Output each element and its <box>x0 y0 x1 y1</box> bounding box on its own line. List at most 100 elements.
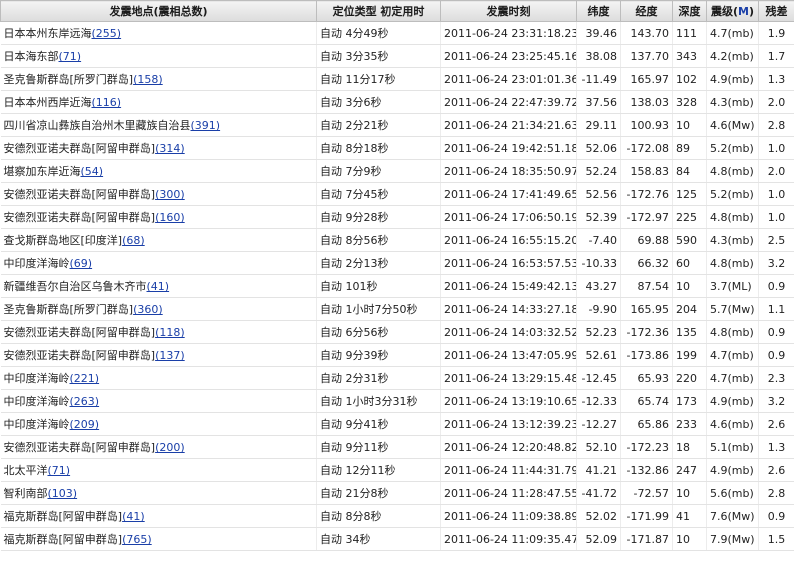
time-cell: 2011-06-24 22:47:39.720 <box>440 90 577 114</box>
mag-cell: 5.7(Mw) <box>706 297 759 321</box>
location-name: 中印度洋海岭 <box>3 418 70 431</box>
phase-count-link[interactable]: (41) <box>122 510 145 523</box>
table-row: 安德烈亚诺夫群岛[阿留申群岛](160) 自动 9分28秒 2011-06-24 1… <box>0 205 794 229</box>
residual-cell: 1.9 <box>758 21 794 45</box>
residual-cell: 2.5 <box>758 228 794 252</box>
location-cell: 日本海东部(71) <box>0 44 317 68</box>
location-name: 日本本州东岸远海 <box>3 27 92 40</box>
location-name: 堪察加东岸近海 <box>3 165 81 178</box>
phase-count-link[interactable]: (118) <box>155 326 185 339</box>
phase-count-link[interactable]: (300) <box>155 188 185 201</box>
phase-count-link[interactable]: (255) <box>92 27 122 40</box>
residual-cell: 1.7 <box>758 44 794 68</box>
method-cell: 自动 2分31秒 <box>316 366 441 390</box>
mag-cell: 4.7(mb) <box>706 21 759 45</box>
location-cell: 北太平洋(71) <box>0 458 317 482</box>
location-cell: 中印度洋海岭(263) <box>0 389 317 413</box>
phase-count-link[interactable]: (314) <box>155 142 185 155</box>
phase-count-link[interactable]: (71) <box>48 464 71 477</box>
phase-count-link[interactable]: (765) <box>122 533 152 546</box>
col-time: 发震时刻 <box>440 0 577 22</box>
residual-cell: 2.8 <box>758 113 794 137</box>
phase-count-link[interactable]: (68) <box>122 234 145 247</box>
phase-count-link[interactable]: (200) <box>155 441 185 454</box>
col-method: 定位类型 初定用时 <box>316 0 441 22</box>
method-cell: 自动 9分39秒 <box>316 343 441 367</box>
location-cell: 安德烈亚诺夫群岛[阿留申群岛](314) <box>0 136 317 160</box>
mag-cell: 5.1(mb) <box>706 435 759 459</box>
residual-cell: 0.9 <box>758 274 794 298</box>
method-cell: 自动 34秒 <box>316 527 441 551</box>
method-cell: 自动 7分9秒 <box>316 159 441 183</box>
phase-count-link[interactable]: (71) <box>59 50 82 63</box>
residual-cell: 1.1 <box>758 297 794 321</box>
lon-cell: -171.87 <box>620 527 673 551</box>
phase-count-link[interactable]: (221) <box>70 372 100 385</box>
mag-cell: 4.2(mb) <box>706 44 759 68</box>
depth-cell: 10 <box>672 113 707 137</box>
location-cell: 查戈斯群岛地区[印度洋](68) <box>0 228 317 252</box>
location-name: 圣克鲁斯群岛[所罗门群岛] <box>3 73 134 86</box>
location-name: 圣克鲁斯群岛[所罗门群岛] <box>3 303 134 316</box>
phase-count-link[interactable]: (158) <box>133 73 163 86</box>
mag-cell: 5.2(mb) <box>706 136 759 160</box>
lon-cell: -172.97 <box>620 205 673 229</box>
phase-count-link[interactable]: (41) <box>147 280 170 293</box>
depth-cell: 10 <box>672 274 707 298</box>
residual-cell: 2.6 <box>758 458 794 482</box>
location-cell: 福克斯群岛[阿留申群岛](41) <box>0 504 317 528</box>
phase-count-link[interactable]: (116) <box>92 96 122 109</box>
location-name: 安德烈亚诺夫群岛[阿留申群岛] <box>3 188 156 201</box>
depth-cell: 233 <box>672 412 707 436</box>
method-cell: 自动 8分8秒 <box>316 504 441 528</box>
time-cell: 2011-06-24 14:33:27.180 <box>440 297 577 321</box>
lon-cell: 65.74 <box>620 389 673 413</box>
method-cell: 自动 21分8秒 <box>316 481 441 505</box>
depth-cell: 84 <box>672 159 707 183</box>
depth-cell: 125 <box>672 182 707 206</box>
lat-cell: -12.45 <box>576 366 621 390</box>
phase-count-link[interactable]: (54) <box>81 165 104 178</box>
mag-cell: 4.3(mb) <box>706 228 759 252</box>
method-cell: 自动 11分17秒 <box>316 67 441 91</box>
lon-cell: 65.93 <box>620 366 673 390</box>
location-cell: 智利南部(103) <box>0 481 317 505</box>
phase-count-link[interactable]: (360) <box>133 303 163 316</box>
phase-count-link[interactable]: (160) <box>155 211 185 224</box>
earthquake-table: 发震地点(震相总数) 定位类型 初定用时 发震时刻 纬度 经度 深度 震级(M)… <box>0 0 794 551</box>
phase-count-link[interactable]: (69) <box>70 257 93 270</box>
phase-count-link[interactable]: (137) <box>155 349 185 362</box>
time-cell: 2011-06-24 14:03:32.520 <box>440 320 577 344</box>
method-cell: 自动 3分35秒 <box>316 44 441 68</box>
depth-cell: 10 <box>672 527 707 551</box>
time-cell: 2011-06-24 11:28:47.550 <box>440 481 577 505</box>
lat-cell: -12.33 <box>576 389 621 413</box>
mag-cell: 5.2(mb) <box>706 182 759 206</box>
phase-count-link[interactable]: (103) <box>48 487 78 500</box>
phase-count-link[interactable]: (263) <box>70 395 100 408</box>
mag-cell: 4.9(mb) <box>706 389 759 413</box>
depth-cell: 173 <box>672 389 707 413</box>
depth-cell: 343 <box>672 44 707 68</box>
method-cell: 自动 3分6秒 <box>316 90 441 114</box>
phase-count-link[interactable]: (391) <box>191 119 221 132</box>
phase-count-link[interactable]: (209) <box>70 418 100 431</box>
table-row: 圣克鲁斯群岛[所罗门群岛](158) 自动 11分17秒 2011-06-24 23… <box>0 67 794 91</box>
location-cell: 安德烈亚诺夫群岛[阿留申群岛](160) <box>0 205 317 229</box>
residual-cell: 0.9 <box>758 320 794 344</box>
location-name: 新疆维吾尔自治区乌鲁木齐市 <box>3 280 147 293</box>
mag-cell: 4.9(mb) <box>706 67 759 91</box>
table-row: 中印度洋海岭(69) 自动 2分13秒 2011-06-24 16:53:57.53… <box>0 251 794 275</box>
col-residual: 残差 <box>758 0 794 22</box>
col-lat: 纬度 <box>576 0 621 22</box>
lon-cell: 69.88 <box>620 228 673 252</box>
location-cell: 圣克鲁斯群岛[所罗门群岛](158) <box>0 67 317 91</box>
lon-cell: 165.97 <box>620 67 673 91</box>
depth-cell: 60 <box>672 251 707 275</box>
method-cell: 自动 8分56秒 <box>316 228 441 252</box>
method-cell: 自动 1小时3分31秒 <box>316 389 441 413</box>
lon-cell: 165.95 <box>620 297 673 321</box>
depth-cell: 18 <box>672 435 707 459</box>
lon-cell: 137.70 <box>620 44 673 68</box>
depth-cell: 199 <box>672 343 707 367</box>
